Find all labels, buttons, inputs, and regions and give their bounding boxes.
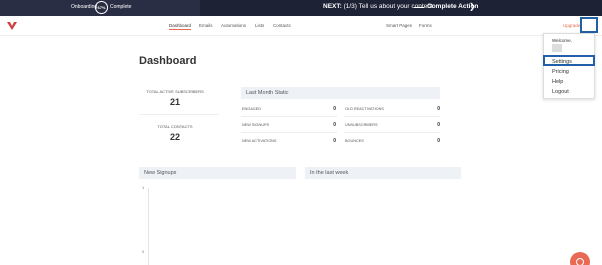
menu-item-pricing[interactable]: Pricing xyxy=(552,69,569,75)
y-axis-tick-bottom: 0 xyxy=(142,249,145,254)
onboarding-label: Onboarding xyxy=(71,4,98,10)
metric-divider xyxy=(344,132,440,133)
metric-new-signups-value: 0 xyxy=(333,122,336,128)
metric-old-reactivations-value: 0 xyxy=(437,106,440,112)
nav-item-lists[interactable]: Lists xyxy=(255,23,264,28)
total-contacts-label: TOTAL CONTACTS xyxy=(157,124,193,129)
next-prefix: NEXT: xyxy=(323,3,342,10)
metric-new-activations-label: NEW ACTIVATIONS xyxy=(242,139,277,143)
upgrade-link[interactable]: Upgrade xyxy=(563,23,580,28)
menu-item-help[interactable]: Help xyxy=(552,79,563,85)
chart-y-axis xyxy=(148,188,149,265)
metric-engaged-value: 0 xyxy=(333,106,336,112)
nav-item-automations[interactable]: Automations xyxy=(221,23,246,28)
total-active-subscribers-value: 21 xyxy=(169,97,180,107)
onboarding-percent: 67% xyxy=(97,5,106,10)
metric-bounces-value: 0 xyxy=(437,138,440,144)
avatar xyxy=(552,44,562,52)
metric-old-reactivations-label: OLD REACTIVATIONS xyxy=(345,107,384,111)
user-dropdown-menu: Welcome, Settings Pricing Help Logout xyxy=(543,33,595,99)
main-navbar: Dashboard Emails Automations Lists Conta… xyxy=(0,16,602,36)
welcome-text: Welcome, xyxy=(552,38,572,43)
new-signups-header: New Signups xyxy=(139,167,296,179)
chevron-right-icon[interactable]: ❯ xyxy=(469,2,476,11)
menu-item-logout[interactable]: Logout xyxy=(552,89,569,95)
settings-highlight-box xyxy=(543,55,595,66)
user-menu-button[interactable] xyxy=(580,17,598,33)
signups-period-header: In the last week xyxy=(305,167,461,179)
nav-item-dashboard[interactable]: Dashboard xyxy=(169,23,192,30)
metric-unsubscribers-label: UNSUBSCRIBERS xyxy=(345,123,378,127)
help-ring-icon xyxy=(576,258,584,265)
onboarding-bar: Onboarding 67% Complete NEXT: (1/3) Tell… xyxy=(0,0,602,16)
metric-unsubscribers-value: 0 xyxy=(437,122,440,128)
nav-item-emails[interactable]: Emails xyxy=(199,23,213,28)
onboarding-progress-ring: 67% xyxy=(95,1,108,14)
metric-new-activations-value: 0 xyxy=(333,138,336,144)
page-title: Dashboard xyxy=(139,55,197,67)
total-active-subscribers-label: TOTAL ACTIVE SUBSCRIBERS xyxy=(146,89,204,94)
divider-dash xyxy=(414,7,424,8)
onboarding-complete-label: Complete xyxy=(110,4,132,10)
total-contacts-value: 22 xyxy=(169,132,180,142)
nav-item-forms[interactable]: Forms xyxy=(419,23,432,28)
metric-bounces-label: BOUNCES xyxy=(345,139,364,143)
nav-item-contacts[interactable]: Contacts xyxy=(273,23,291,28)
y-axis-tick-top: 1 xyxy=(142,185,145,190)
brand-logo-icon[interactable] xyxy=(7,22,17,30)
stats-divider xyxy=(139,114,219,115)
metric-engaged-label: ENGAGED xyxy=(242,107,261,111)
metric-divider xyxy=(241,116,337,117)
metric-new-signups-label: NEW SIGNUPS xyxy=(242,123,270,127)
last-month-panel-header: Last Month Static xyxy=(241,87,440,99)
metric-divider xyxy=(344,116,440,117)
nav-item-smart-pages[interactable]: Smart Pages xyxy=(386,23,412,28)
metric-divider xyxy=(241,132,337,133)
